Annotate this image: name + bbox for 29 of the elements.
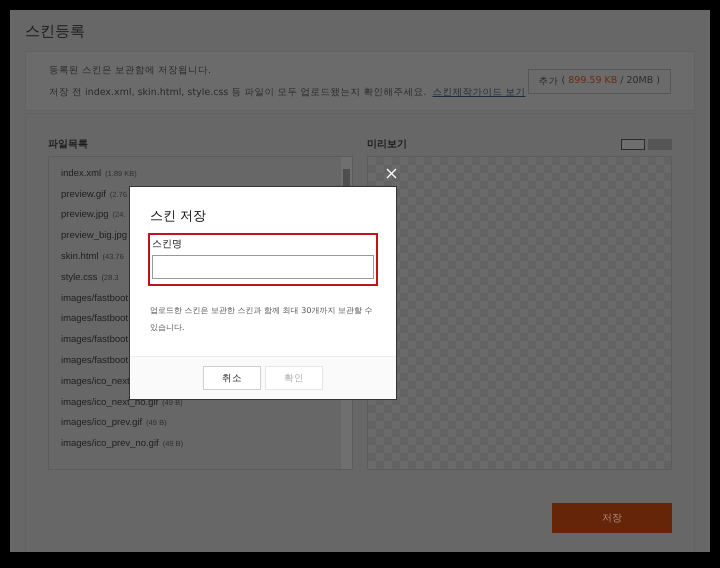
file-name[interactable]: images/ico_prev.gif <box>61 417 142 428</box>
file-name[interactable]: images/ico_next_no.gif <box>61 396 158 408</box>
file-name[interactable]: images/fastboot <box>61 334 128 346</box>
view-mode-toggle[interactable] <box>621 138 645 150</box>
dialog-notice: 업로드한 스킨은 보관한 스킨과 함께 최대 30개까지 보관할 수 있습니다. <box>150 305 374 334</box>
capacity-indicator: 추가 ( 899.59 KB / 20MB ) <box>528 68 671 94</box>
file-name[interactable]: preview.jpg <box>61 209 109 220</box>
file-list-title: 파일목록 <box>48 138 88 151</box>
preview-title: 미리보기 <box>367 138 407 151</box>
file-name[interactable]: skin.html <box>61 251 98 262</box>
info-text: 저장 전 index.xml, skin.html, style.css 등 파일이 모두 업로드됐는지 확인해주세요. <box>49 86 426 98</box>
page-title: 스킨등록 <box>25 22 86 41</box>
field-label: 스킨명 <box>152 238 183 251</box>
file-name[interactable]: style.css <box>61 272 98 283</box>
file-name[interactable]: preview_big.jpg <box>61 230 128 242</box>
close-icon[interactable] <box>386 168 397 179</box>
file-name[interactable]: preview.gif <box>61 188 106 200</box>
file-name[interactable]: images/ico_next <box>61 376 130 387</box>
file-name[interactable]: index.xml <box>61 168 102 179</box>
skin-name-input[interactable] <box>152 255 374 279</box>
file-name[interactable]: images/fastboot <box>61 292 128 304</box>
file-name[interactable]: images/ico_prev_no.gif <box>61 438 159 450</box>
file-name[interactable]: images/fastboot <box>61 313 128 324</box>
guide-link[interactable]: 스킨제작가이드 보기 <box>432 86 526 98</box>
info-text: 등록된 스킨은 보관함에 저장됩니다. <box>49 64 212 76</box>
dialog-button[interactable]: 취소 <box>203 366 261 390</box>
save-button[interactable]: 저장 <box>552 503 672 533</box>
file-name[interactable]: images/fastboot <box>61 355 128 366</box>
dialog-title: 스킨 저장 <box>150 208 208 225</box>
